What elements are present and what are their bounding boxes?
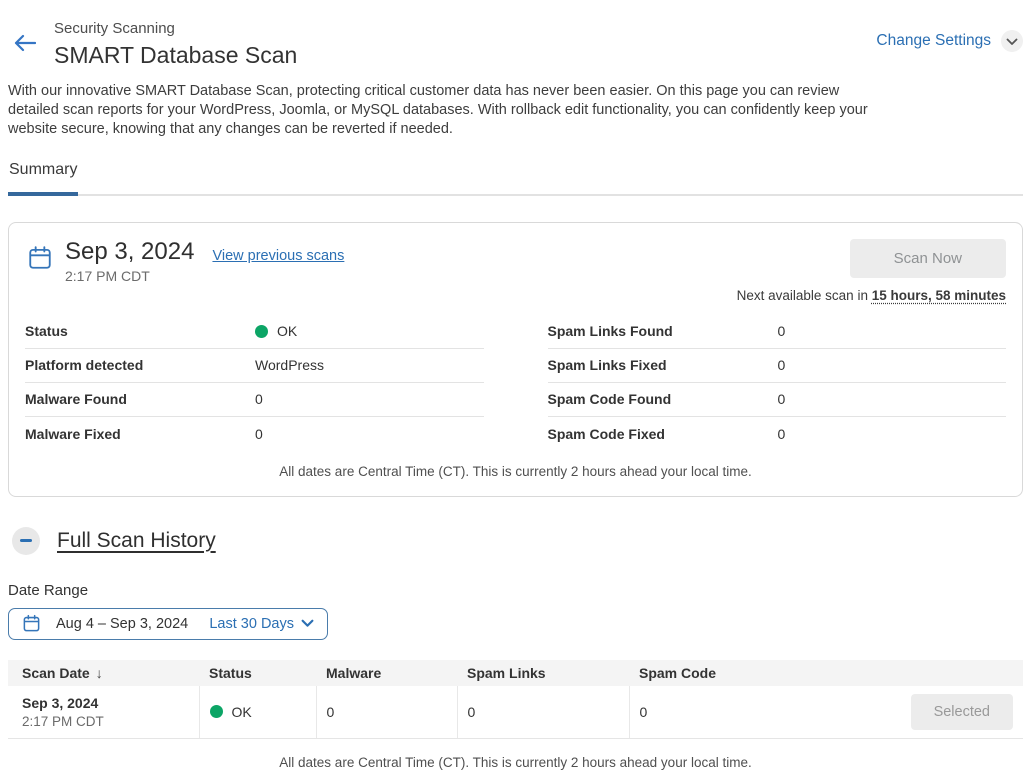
- status-ok-dot: [255, 325, 268, 338]
- stat-value: 0: [778, 323, 786, 339]
- cell-spam-code: 0 Selected: [629, 686, 1023, 739]
- last-scan-date: Sep 3, 2024: [65, 239, 194, 265]
- column-header-malware: Malware: [316, 660, 457, 686]
- stat-label: Malware Found: [25, 391, 255, 407]
- column-header-scan-date[interactable]: Scan Date ↓: [8, 660, 199, 686]
- security-scan-page: Security Scanning SMART Database Scan Ch…: [0, 0, 1033, 770]
- title-block: Security Scanning SMART Database Scan: [54, 20, 297, 69]
- table-row: Sep 3, 2024 2:17 PM CDT OK 0 0 0 Selecte…: [8, 686, 1023, 739]
- stat-label: Status: [25, 323, 255, 339]
- change-settings-link[interactable]: Change Settings: [876, 32, 991, 50]
- history-section-title[interactable]: Full Scan History: [57, 529, 216, 553]
- table-header-row: Scan Date ↓ Status Malware Spam Links Spa…: [8, 660, 1023, 686]
- preset-label: Last 30 Days: [209, 616, 294, 632]
- stat-value: 0: [778, 391, 786, 407]
- scan-stats: Status OK Platform detected WordPress Ma…: [25, 315, 1006, 451]
- summary-card-header: Sep 3, 2024 2:17 PM CDT View previous sc…: [25, 239, 1006, 303]
- scan-actions: Scan Now Next available scan in 15 hours…: [737, 239, 1006, 303]
- tab-summary[interactable]: Summary: [8, 161, 78, 196]
- breadcrumb: Security Scanning: [54, 20, 297, 37]
- collapse-section-button[interactable]: [12, 527, 40, 555]
- stats-left-column: Status OK Platform detected WordPress Ma…: [25, 315, 484, 451]
- status-text: OK: [277, 323, 297, 339]
- row-scan-date: Sep 3, 2024: [22, 695, 189, 711]
- stat-row-status: Status OK: [25, 315, 484, 349]
- header-actions: Change Settings: [876, 30, 1023, 52]
- sort-desc-icon: ↓: [96, 665, 103, 681]
- summary-card: Sep 3, 2024 2:17 PM CDT View previous sc…: [8, 222, 1023, 497]
- cell-spam-links: 0: [457, 686, 629, 739]
- tab-bar: Summary: [8, 161, 1023, 196]
- page-title: SMART Database Scan: [54, 42, 297, 68]
- column-header-spam-code: Spam Code: [629, 660, 1023, 686]
- last-scan-time: 2:17 PM CDT: [65, 268, 194, 284]
- stat-label: Spam Links Found: [548, 323, 778, 339]
- stat-value: 0: [778, 357, 786, 373]
- stat-label: Spam Code Found: [548, 391, 778, 407]
- timezone-note: All dates are Central Time (CT). This is…: [25, 464, 1006, 479]
- back-button[interactable]: [14, 34, 36, 52]
- last-scan-date-block: Sep 3, 2024 2:17 PM CDT: [65, 239, 194, 284]
- view-previous-scans-link[interactable]: View previous scans: [212, 248, 344, 264]
- next-scan-countdown[interactable]: 15 hours, 58 minutes: [872, 288, 1006, 303]
- stat-label: Spam Links Fixed: [548, 357, 778, 373]
- selected-row-button[interactable]: Selected: [911, 694, 1013, 730]
- column-header-status: Status: [199, 660, 316, 686]
- chevron-down-icon: [1006, 34, 1018, 49]
- stat-value: OK: [255, 323, 297, 339]
- stat-value: 0: [255, 391, 263, 407]
- stat-row-spam-code-fixed: Spam Code Fixed 0: [548, 417, 1007, 451]
- column-label: Scan Date: [22, 665, 90, 681]
- minus-icon: [20, 539, 32, 542]
- cell-malware: 0: [316, 686, 457, 739]
- stat-row-malware-fixed: Malware Fixed 0: [25, 417, 484, 451]
- cell-scan-date: Sep 3, 2024 2:17 PM CDT: [8, 686, 199, 739]
- stat-row-spam-links-fixed: Spam Links Fixed 0: [548, 349, 1007, 383]
- date-range-label: Date Range: [8, 582, 1023, 599]
- calendar-icon: [27, 245, 53, 271]
- cell-status: OK: [199, 686, 316, 739]
- stat-value: WordPress: [255, 357, 324, 373]
- stats-right-column: Spam Links Found 0 Spam Links Fixed 0 Sp…: [548, 315, 1007, 451]
- chevron-down-icon: [301, 616, 314, 632]
- history-section-header: Full Scan History: [12, 527, 1023, 555]
- stat-value: 0: [778, 426, 786, 442]
- stat-row-platform: Platform detected WordPress: [25, 349, 484, 383]
- scan-now-button[interactable]: Scan Now: [850, 239, 1006, 278]
- date-range-preset-dropdown[interactable]: Last 30 Days: [209, 616, 314, 632]
- arrow-left-icon: [14, 40, 36, 55]
- stat-row-malware-found: Malware Found 0: [25, 383, 484, 417]
- stat-label: Malware Fixed: [25, 426, 255, 442]
- page-header: Security Scanning SMART Database Scan Ch…: [8, 20, 1023, 69]
- stat-row-spam-links-found: Spam Links Found 0: [548, 315, 1007, 349]
- status-ok-dot: [210, 705, 223, 718]
- timezone-note: All dates are Central Time (CT). This is…: [8, 755, 1023, 770]
- scan-history-table: Scan Date ↓ Status Malware Spam Links Spa…: [8, 660, 1023, 739]
- stat-row-spam-code-found: Spam Code Found 0: [548, 383, 1007, 417]
- stat-label: Platform detected: [25, 357, 255, 373]
- row-status-text: OK: [232, 704, 252, 720]
- row-spam-code-value: 0: [640, 704, 648, 720]
- next-scan-note: Next available scan in 15 hours, 58 minu…: [737, 288, 1006, 303]
- stat-value: 0: [255, 426, 263, 442]
- date-range-value: Aug 4 – Sep 3, 2024: [56, 616, 188, 632]
- date-range-picker[interactable]: Aug 4 – Sep 3, 2024 Last 30 Days: [8, 608, 328, 640]
- row-scan-time: 2:17 PM CDT: [22, 714, 189, 729]
- next-scan-prefix: Next available scan in: [737, 288, 872, 303]
- settings-dropdown-button[interactable]: [1001, 30, 1023, 52]
- column-header-spam-links: Spam Links: [457, 660, 629, 686]
- calendar-icon: [22, 614, 41, 633]
- stat-label: Spam Code Fixed: [548, 426, 778, 442]
- page-description: With our innovative SMART Database Scan,…: [8, 82, 882, 139]
